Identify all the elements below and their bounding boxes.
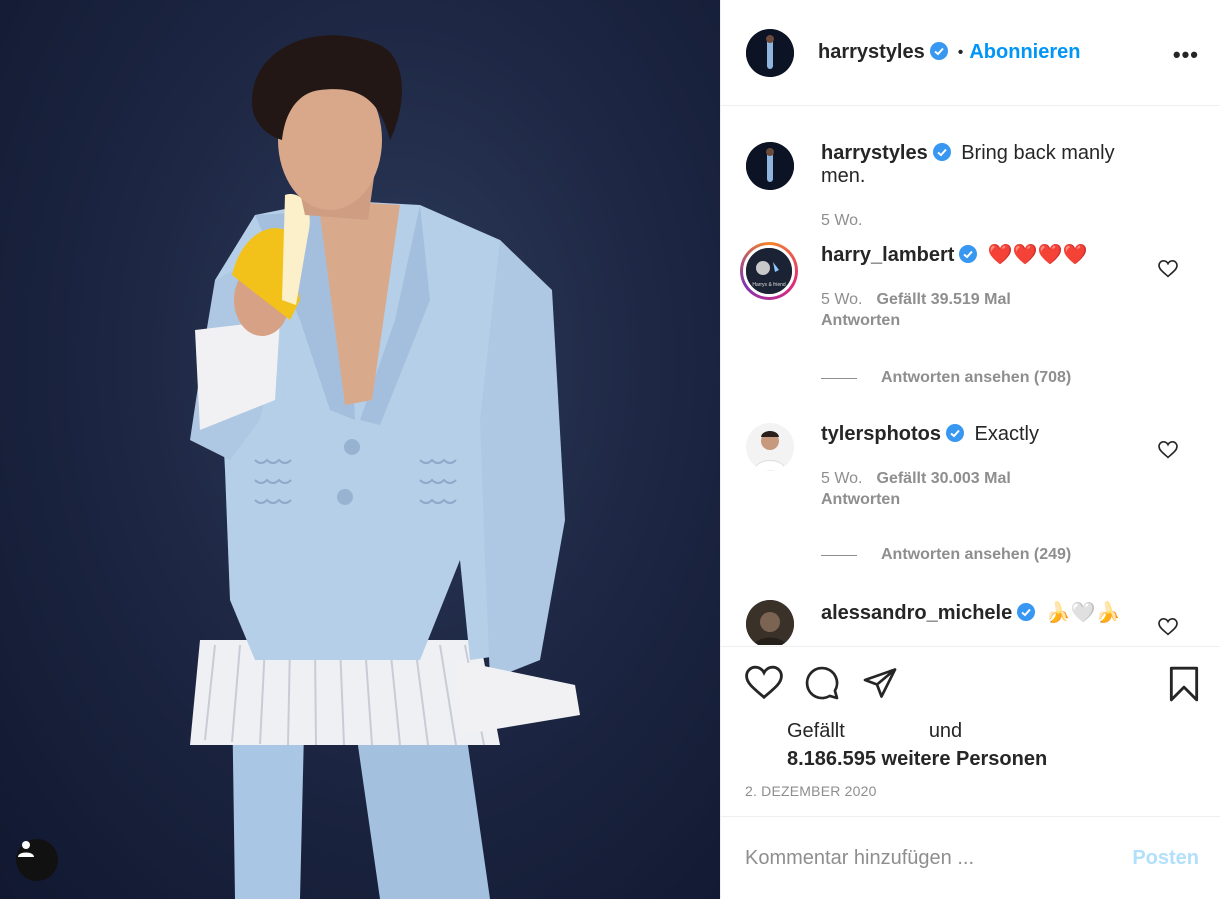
commenter-avatar-story-ring[interactable]: Harrys & friend xyxy=(740,242,798,300)
verified-icon xyxy=(959,245,978,263)
caption-body: harrystyles Bring back manly men. 5 Wo. xyxy=(821,142,1151,231)
post-photo[interactable] xyxy=(0,0,720,899)
commenter-avatar[interactable] xyxy=(746,423,794,471)
view-replies-label[interactable]: Antworten ansehen (708) xyxy=(881,369,1071,387)
author-username[interactable]: harrystyles xyxy=(818,41,948,64)
post-comment-button[interactable]: Posten xyxy=(1132,847,1199,870)
user-icon xyxy=(18,841,34,857)
author-avatar[interactable] xyxy=(746,28,794,77)
likes-prefix: Gefällt xyxy=(787,720,845,742)
follow-button[interactable]: Abonnieren xyxy=(969,41,1080,64)
post-date[interactable]: 2. DEZEMBER 2020 xyxy=(745,783,877,799)
reply-button[interactable]: Antworten xyxy=(821,489,1151,510)
like-comment-heart-icon[interactable] xyxy=(1158,260,1178,278)
comment-meta: 5 Wo. Gefällt 30.003 Mal Antworten xyxy=(821,468,1151,510)
post-actions: Gefällt und 8.186.595 weitere Personen 2… xyxy=(721,646,1220,816)
comment-body: tylersphotos Exactly 5 Wo. Gefällt 30.003… xyxy=(821,423,1151,510)
verified-icon xyxy=(946,424,965,442)
avatar-caption: Harrys & friend xyxy=(752,282,786,288)
tagged-users-button[interactable] xyxy=(16,839,58,881)
action-icons xyxy=(745,665,899,701)
comments-list[interactable]: harrystyles Bring back manly men. 5 Wo. … xyxy=(721,107,1220,645)
comment-meta: 5 Wo. Gefällt 39.519 Mal Antworten xyxy=(821,289,1151,331)
avatar-image xyxy=(746,28,794,77)
add-comment-form: Posten xyxy=(721,816,1220,899)
divider-line xyxy=(821,377,857,379)
comment-username[interactable]: harry_lambert xyxy=(821,244,954,266)
comment-username[interactable]: alessandro_michele xyxy=(821,602,1012,624)
likes-conjunction: und xyxy=(928,720,963,742)
avatar-image xyxy=(746,142,794,190)
comment-text: ❤️❤️❤️❤️ xyxy=(987,244,1088,266)
comment-age[interactable]: 5 Wo. xyxy=(821,470,863,487)
caption-age[interactable]: 5 Wo. xyxy=(821,210,1151,231)
post-sidebar: harrystyles • Abonnieren ••• harrystyles… xyxy=(720,0,1220,899)
comment-input[interactable] xyxy=(745,846,1133,870)
view-replies-button[interactable]: Antworten ansehen (708) xyxy=(821,369,1071,387)
comment-text: 🍌🤍🍌 xyxy=(1045,602,1121,624)
like-comment-heart-icon[interactable] xyxy=(1158,441,1178,459)
like-comment-heart-icon[interactable] xyxy=(1158,618,1178,636)
avatar-image: Harrys & friend xyxy=(746,248,792,294)
avatar-image xyxy=(746,600,794,645)
comment-text: Exactly xyxy=(974,423,1039,445)
photo-illustration xyxy=(190,35,580,899)
comment-age[interactable]: 5 Wo. xyxy=(821,291,863,308)
comment-username[interactable]: tylersphotos xyxy=(821,423,941,445)
post-header: harrystyles • Abonnieren ••• xyxy=(721,0,1220,106)
like-heart-icon[interactable] xyxy=(745,665,783,701)
verified-icon xyxy=(932,143,951,161)
avatar-image xyxy=(746,423,794,471)
author-username-text[interactable]: harrystyles xyxy=(818,41,925,63)
likes-summary: Gefällt und 8.186.595 weitere Personen xyxy=(787,717,1047,773)
commenter-avatar: Harrys & friend xyxy=(743,245,795,297)
verified-icon xyxy=(1017,603,1036,621)
share-paper-plane-icon[interactable] xyxy=(861,665,899,701)
more-options-button[interactable]: ••• xyxy=(1173,42,1199,68)
commenter-avatar[interactable] xyxy=(746,600,794,645)
comment-body: harry_lambert ❤️❤️❤️❤️ 5 Wo. Gefällt 39.5… xyxy=(821,242,1151,331)
save-bookmark-icon[interactable] xyxy=(1167,665,1201,703)
separator-dot: • xyxy=(957,43,964,61)
likes-count[interactable]: 8.186.595 weitere Personen xyxy=(787,745,1047,773)
comment-bubble-icon[interactable] xyxy=(803,665,841,701)
comment-like-count[interactable]: Gefällt 39.519 Mal xyxy=(877,291,1011,308)
reply-button[interactable]: Antworten xyxy=(821,310,1151,331)
comment-body: alessandro_michele 🍌🤍🍌 xyxy=(821,600,1151,625)
view-replies-label[interactable]: Antworten ansehen (249) xyxy=(881,546,1071,564)
comment-like-count[interactable]: Gefällt 30.003 Mal xyxy=(877,470,1011,487)
view-replies-button[interactable]: Antworten ansehen (249) xyxy=(821,546,1071,564)
divider-line xyxy=(821,554,857,556)
verified-icon xyxy=(929,42,948,60)
caption-username[interactable]: harrystyles xyxy=(821,142,928,164)
caption-avatar[interactable] xyxy=(746,142,794,190)
